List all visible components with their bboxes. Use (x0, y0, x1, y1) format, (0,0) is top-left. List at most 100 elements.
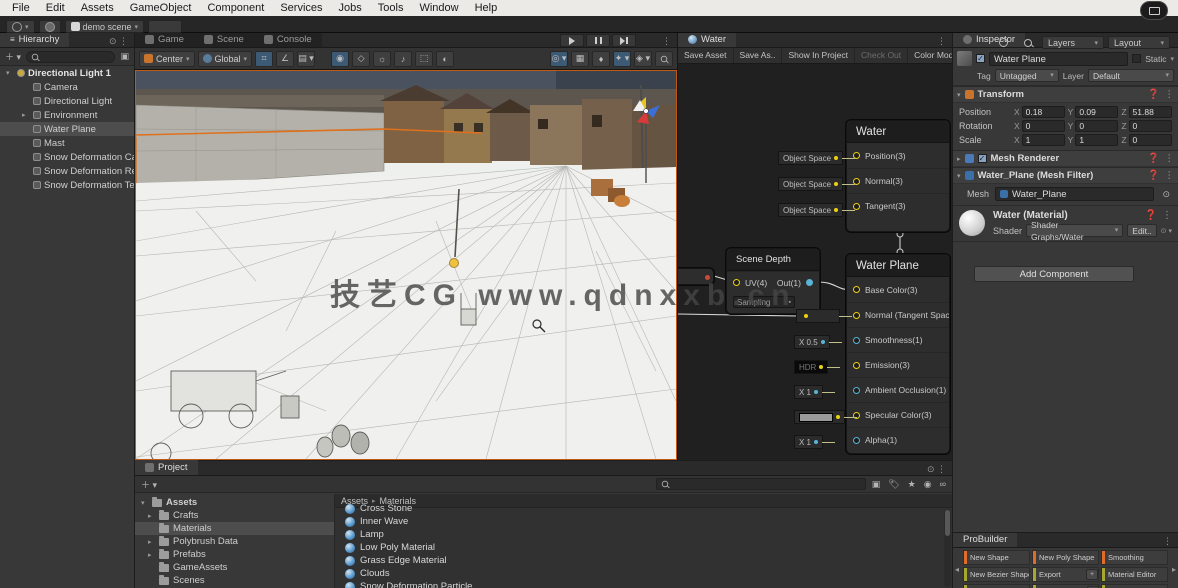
kebab-icon[interactable]: ⋮ (1165, 89, 1175, 100)
action-options-button[interactable]: + (1086, 569, 1098, 580)
hierarchy-lock-icon[interactable]: ⊙ ⋮ (103, 36, 134, 47)
snap-increment-button[interactable]: ∠ (276, 51, 294, 67)
out-port[interactable] (806, 279, 813, 286)
scene-search-button[interactable] (655, 51, 673, 67)
menu-item[interactable]: Window (411, 0, 466, 16)
menu-item[interactable]: Services (272, 0, 330, 16)
normal-input-stub[interactable] (796, 309, 840, 323)
draw-mode-button[interactable]: ◉ (331, 51, 349, 67)
menu-item[interactable]: Tools (370, 0, 412, 16)
hierarchy-root-item[interactable]: ▾ Directional Light 1 (0, 66, 134, 80)
component-tools-button[interactable]: ▦ (571, 51, 589, 67)
asset-visibility-icon[interactable]: ∞ (938, 479, 948, 489)
probuilder-action-button[interactable]: New Poly Shape (1032, 550, 1099, 565)
help-icon[interactable]: ❓ (1148, 170, 1160, 181)
hierarchy-item[interactable]: Snow Deformation Test (0, 178, 134, 192)
object-name-field[interactable]: Water Plane (989, 52, 1128, 66)
orientation-dropdown[interactable]: Global▾ (198, 51, 253, 67)
probuilder-scroll-left[interactable]: ◂ (955, 565, 959, 574)
probuilder-action-button[interactable]: ProBuilderize (963, 584, 1030, 588)
shader-graph-canvas[interactable]: Scene Depth UV(4) Out(1) Sampling▪ Water… (678, 64, 953, 460)
mesh-renderer-header[interactable]: ▸ ✓ Mesh Renderer ❓⋮ (953, 150, 1178, 167)
target-button[interactable] (993, 36, 1014, 49)
project-folder[interactable]: ▸ Polybrush Data (135, 535, 334, 548)
project-lock-icon[interactable]: ⊙ ⋮ (921, 464, 952, 475)
overlay-button[interactable]: ✦ ▾ (613, 51, 631, 67)
step-button[interactable] (612, 34, 636, 47)
graph-toolbar-button[interactable]: Save As.. (734, 48, 783, 63)
view-2d-button[interactable]: ◇ (352, 51, 370, 67)
search-by-type-icon[interactable]: ▣ (870, 479, 883, 490)
save-search-icon[interactable]: ★ (906, 479, 918, 490)
static-dropdown[interactable]: ▾ (1170, 55, 1174, 63)
material-asset-row[interactable]: Grass Edge Material (335, 554, 952, 567)
hierarchy-item[interactable]: Camera (0, 80, 134, 94)
camera-settings-button[interactable]: ◎ ▾ (550, 51, 568, 67)
hierarchy-item[interactable]: Snow Deformation Rend (0, 164, 134, 178)
probuilder-action-button[interactable]: Export + (1032, 567, 1099, 582)
material-asset-row[interactable]: Low Poly Material (335, 541, 952, 554)
sampling-dropdown[interactable]: Sampling▪ (733, 296, 795, 308)
menu-item[interactable]: Assets (73, 0, 122, 16)
tab-probuilder[interactable]: ProBuilder (953, 532, 1017, 547)
ao-widget[interactable]: X 1 (794, 385, 823, 399)
grid-snap-button[interactable]: ⌗ (255, 51, 273, 67)
water-plane-fragment-node[interactable]: Water Plane Base Color(3) Normal (Tangen… (846, 254, 950, 454)
hierarchy-item[interactable]: Directional Light (0, 94, 134, 108)
base-color-port[interactable] (853, 286, 860, 293)
scene-view-tab[interactable]: Scene (194, 32, 254, 47)
probuilder-action-button[interactable]: Vertex Colors + (1032, 584, 1099, 588)
kebab-icon[interactable]: ⋮ (1162, 210, 1172, 221)
probuilder-action-button[interactable]: UV Editor (1101, 584, 1168, 588)
effects-dropdown-button[interactable]: ⬚ (415, 51, 433, 67)
graph-kebab-icon[interactable]: ⋮ (931, 36, 952, 47)
material-asset-row[interactable]: Cross Stone (335, 502, 952, 515)
rotation-y-field[interactable]: 0 (1075, 120, 1118, 132)
rotation-x-field[interactable]: 0 (1022, 120, 1065, 132)
smoothness-widget[interactable]: X 0.5 (794, 335, 830, 349)
graph-toolbar-button[interactable]: Show In Project (782, 48, 855, 63)
audio-toggle-button[interactable]: ♪ (394, 51, 412, 67)
static-checkbox[interactable] (1132, 54, 1141, 63)
clipped-node[interactable] (678, 268, 714, 285)
assets-root-folder[interactable]: ▾ Assets (135, 496, 334, 509)
add-object-button[interactable]: ＋ ▾ (3, 50, 23, 63)
shader-dropdown[interactable]: Shader Graphs/Water▾ (1026, 224, 1123, 237)
tab-hierarchy[interactable]: ≡Hierarchy (0, 32, 69, 47)
layout-dropdown[interactable]: Layout▾ (1108, 36, 1170, 49)
menu-item[interactable]: Edit (38, 0, 73, 16)
kebab-icon[interactable]: ⋮ (1165, 170, 1175, 181)
kebab-icon[interactable]: ⋮ (1165, 153, 1175, 164)
screen-capture-badge[interactable] (1140, 1, 1168, 20)
object-space-tag[interactable]: Object Space (778, 177, 843, 191)
asset-list-scrollbar[interactable] (944, 509, 951, 587)
help-icon[interactable]: ❓ (1148, 89, 1160, 100)
probuilder-action-button[interactable]: Material Editor (1101, 567, 1168, 582)
transform-component-header[interactable]: ▾ Transform ❓⋮ (953, 86, 1178, 103)
scale-y-field[interactable]: 1 (1075, 134, 1118, 146)
scene-view-tab[interactable]: Console (254, 32, 322, 47)
material-preview-sphere[interactable] (959, 210, 985, 236)
emission-port[interactable] (853, 362, 860, 369)
uv-port[interactable] (733, 279, 740, 286)
tangent-port[interactable] (853, 203, 860, 210)
probuilder-scroll-right[interactable]: ▸ (1172, 565, 1176, 574)
mesh-filter-header[interactable]: ▾ Water_Plane (Mesh Filter) ❓⋮ (953, 167, 1178, 184)
alpha-widget[interactable]: X 1 (794, 435, 823, 449)
material-asset-row[interactable]: Clouds (335, 567, 952, 580)
menu-item[interactable]: File (4, 0, 38, 16)
emission-color-swatch[interactable]: HDR (794, 360, 828, 374)
snap-settings-button[interactable]: ▤ ▾ (297, 51, 315, 67)
project-search-input[interactable] (656, 478, 866, 490)
graph-toolbar-button[interactable]: Color Mode (908, 48, 952, 63)
menu-item[interactable]: Jobs (331, 0, 370, 16)
material-asset-row[interactable]: Snow Deformation Particle (335, 580, 952, 588)
project-folder[interactable]: ▸ Crafts (135, 509, 334, 522)
hierarchy-item[interactable]: Mast (0, 136, 134, 150)
material-options-icon[interactable]: ⊙ ▾ (1161, 227, 1172, 235)
pivot-dropdown[interactable]: Center▾ (139, 51, 195, 67)
mesh-object-field[interactable]: Water_Plane (995, 187, 1154, 201)
scene-kebab-icon[interactable]: ⋮ (656, 36, 677, 47)
material-asset-row[interactable]: Inner Wave (335, 515, 952, 528)
version-control-button[interactable]: ▾ (6, 20, 35, 33)
